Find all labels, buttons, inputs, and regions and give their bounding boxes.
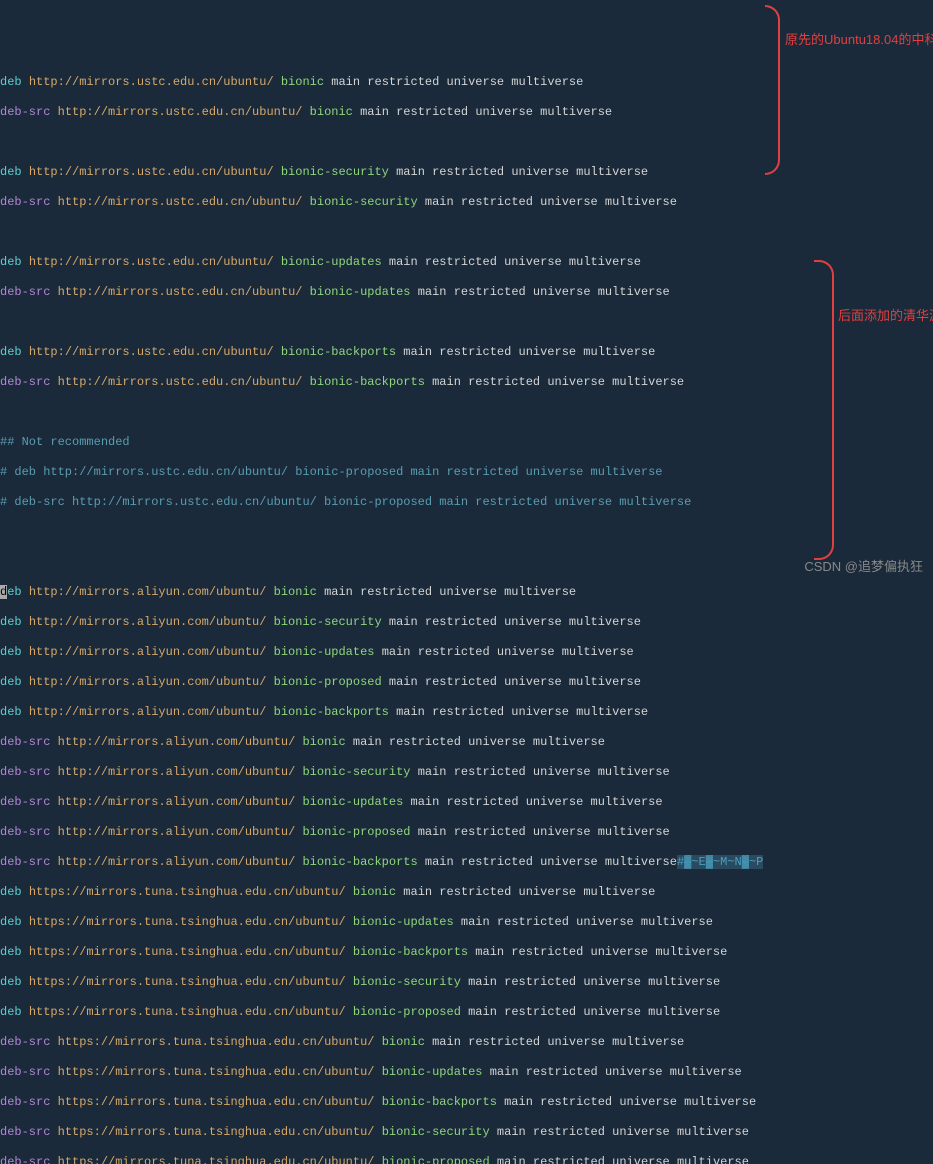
special-characters: #▓~E▓~M~N▓~P: [677, 855, 763, 869]
source-line: deb-src http://mirrors.ustc.edu.cn/ubunt…: [0, 285, 933, 300]
source-line: deb-src http://mirrors.aliyun.com/ubuntu…: [0, 735, 933, 750]
source-line: deb http://mirrors.ustc.edu.cn/ubuntu/ b…: [0, 345, 933, 360]
annotation-text: 原先的Ubuntu18.04的中科大软件源: [785, 32, 933, 48]
blank-line: [0, 225, 933, 240]
blank-line: [0, 135, 933, 150]
source-line: deb https://mirrors.tuna.tsinghua.edu.cn…: [0, 915, 933, 930]
source-line: deb-src https://mirrors.tuna.tsinghua.ed…: [0, 1125, 933, 1140]
source-line: deb-src https://mirrors.tuna.tsinghua.ed…: [0, 1095, 933, 1110]
source-line: deb https://mirrors.tuna.tsinghua.edu.cn…: [0, 885, 933, 900]
source-line: deb http://mirrors.ustc.edu.cn/ubuntu/ b…: [0, 255, 933, 270]
annotation-text: 后面添加的清华源: [838, 308, 928, 324]
comment-line: # deb http://mirrors.ustc.edu.cn/ubuntu/…: [0, 465, 933, 480]
source-line: deb-src https://mirrors.tuna.tsinghua.ed…: [0, 1035, 933, 1050]
blank-line: [0, 405, 933, 420]
cursor[interactable]: d: [0, 585, 7, 599]
source-line: deb http://mirrors.aliyun.com/ubuntu/ bi…: [0, 705, 933, 720]
blank-line: [0, 525, 933, 540]
comment-line: ## Not recommended: [0, 435, 933, 450]
annotation-brace-icon: [814, 260, 834, 560]
source-line: deb https://mirrors.tuna.tsinghua.edu.cn…: [0, 975, 933, 990]
source-line: deb http://mirrors.aliyun.com/ubuntu/ bi…: [0, 645, 933, 660]
source-line: deb-src http://mirrors.aliyun.com/ubuntu…: [0, 855, 933, 870]
blank-line: [0, 555, 933, 570]
source-line: deb http://mirrors.ustc.edu.cn/ubuntu/ b…: [0, 165, 933, 180]
source-line: deb http://mirrors.aliyun.com/ubuntu/ bi…: [0, 585, 933, 600]
source-line: deb-src http://mirrors.ustc.edu.cn/ubunt…: [0, 375, 933, 390]
annotation-brace-icon: [765, 5, 780, 175]
source-line: deb-src https://mirrors.tuna.tsinghua.ed…: [0, 1155, 933, 1164]
source-line: deb-src http://mirrors.ustc.edu.cn/ubunt…: [0, 105, 933, 120]
source-line: deb-src http://mirrors.aliyun.com/ubuntu…: [0, 795, 933, 810]
source-line: deb-src http://mirrors.aliyun.com/ubuntu…: [0, 765, 933, 780]
source-line: deb https://mirrors.tuna.tsinghua.edu.cn…: [0, 1005, 933, 1020]
comment-line: # deb-src http://mirrors.ustc.edu.cn/ubu…: [0, 495, 933, 510]
source-line: deb http://mirrors.aliyun.com/ubuntu/ bi…: [0, 615, 933, 630]
watermark-text: CSDN @追梦偏执狂: [804, 559, 923, 574]
blank-line: [0, 315, 933, 330]
source-line: deb-src https://mirrors.tuna.tsinghua.ed…: [0, 1065, 933, 1080]
source-line: deb http://mirrors.ustc.edu.cn/ubuntu/ b…: [0, 75, 933, 90]
source-line: deb-src http://mirrors.aliyun.com/ubuntu…: [0, 825, 933, 840]
source-line: deb https://mirrors.tuna.tsinghua.edu.cn…: [0, 945, 933, 960]
terminal-editor-content: deb http://mirrors.ustc.edu.cn/ubuntu/ b…: [0, 60, 933, 1164]
source-line: deb-src http://mirrors.ustc.edu.cn/ubunt…: [0, 195, 933, 210]
source-line: deb http://mirrors.aliyun.com/ubuntu/ bi…: [0, 675, 933, 690]
